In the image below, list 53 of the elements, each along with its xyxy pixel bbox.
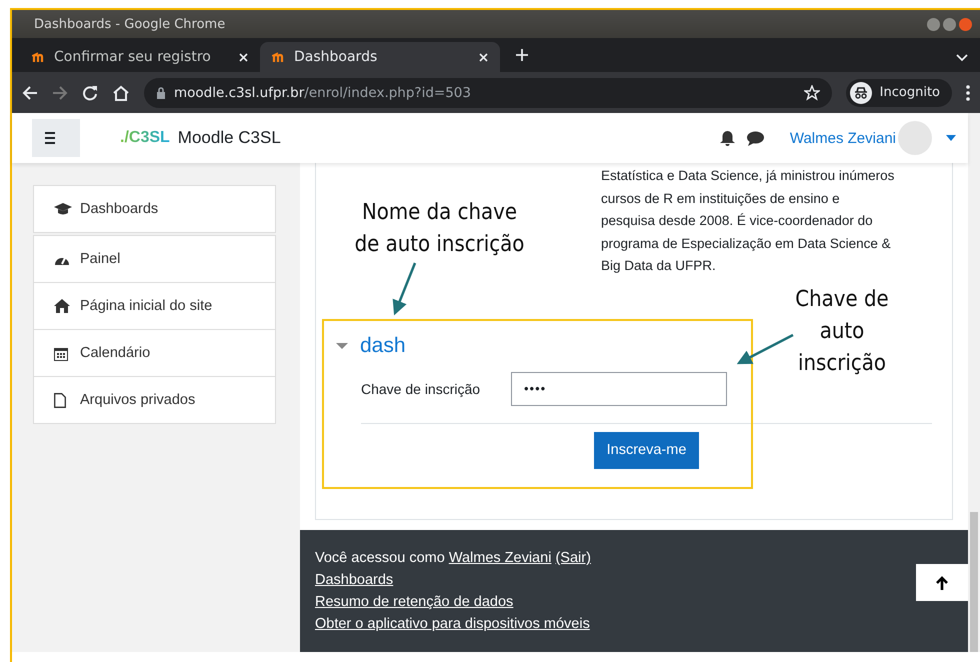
close-tab-icon[interactable] — [479, 52, 488, 62]
dropdown-caret-icon[interactable] — [946, 135, 956, 141]
close-tab-icon[interactable] — [239, 52, 248, 62]
menu-icon — [45, 132, 55, 144]
new-tab-icon[interactable] — [516, 49, 528, 61]
annotation-arrow — [736, 334, 794, 364]
reload-icon[interactable] — [82, 84, 98, 100]
sidebar-item[interactable]: Painel — [33, 235, 276, 283]
scrollbar[interactable] — [968, 113, 980, 652]
address-bar[interactable]: moodle.c3sl.ufpr.br/enrol/index.php?id=503 — [144, 78, 832, 108]
menu-button[interactable] — [32, 119, 80, 157]
forward-icon[interactable] — [52, 84, 68, 100]
collapse-caret-icon[interactable] — [336, 342, 348, 348]
lock-icon — [156, 86, 166, 98]
footer-link[interactable]: Obter o aplicativo para dispositivos móveis — [315, 613, 590, 635]
close-button[interactable] — [959, 18, 972, 30]
annotation-arrow — [392, 262, 416, 316]
enrol-button[interactable]: Inscreva-me — [594, 432, 700, 468]
enrolment-key-field[interactable]: •••• — [511, 372, 727, 406]
user-name[interactable]: Walmes Zeviani — [790, 130, 896, 146]
logout-link[interactable]: (Sair) — [555, 547, 591, 569]
browser-tab[interactable]: Confirmar seu registro — [20, 42, 260, 72]
browser-tab[interactable]: Dashboards — [260, 42, 500, 72]
site-name[interactable]: Moodle C3SL — [178, 128, 281, 148]
sidebar-item[interactable]: Arquivos privados — [33, 376, 276, 424]
back-to-top-button[interactable] — [916, 564, 968, 601]
enrolment-method-title[interactable]: dash — [360, 334, 406, 358]
bell-icon[interactable] — [720, 130, 735, 146]
incognito-icon — [850, 82, 872, 104]
moodle-favicon-icon — [272, 51, 286, 63]
sidebar-item[interactable]: Dashboards — [33, 185, 276, 233]
course-description: Estatística e Data Science, já ministrou inúmeros cursos de R em instituições de ensino e pesquisa desde 2008. É vice-coordenador do programa de Especialização em Data Science & Big Data da UFPR. — [601, 167, 895, 275]
footer-text: Você acessou como — [315, 550, 445, 566]
back-icon[interactable] — [22, 84, 38, 100]
footer-link[interactable]: Resumo de retenção de dados — [315, 591, 514, 613]
maximize-button[interactable] — [943, 18, 956, 30]
minimize-button[interactable] — [927, 18, 940, 30]
home-icon — [54, 299, 72, 313]
graduation-cap-icon — [54, 202, 72, 216]
home-icon[interactable] — [112, 84, 130, 100]
footer-link[interactable]: Dashboards — [315, 569, 394, 591]
moodle-favicon-icon — [32, 51, 46, 63]
sidebar-item[interactable]: Calendário — [33, 329, 276, 377]
field-label: Chave de inscrição — [361, 380, 482, 396]
incognito-button[interactable]: Incognito — [846, 78, 952, 106]
chat-bubble-icon[interactable] — [746, 130, 764, 146]
window-title: Dashboards - Google Chrome — [34, 16, 226, 32]
user-link[interactable]: Walmes Zeviani — [448, 547, 552, 569]
star-icon[interactable] — [804, 84, 820, 100]
sidebar-item[interactable]: Página inicial do site — [33, 282, 276, 330]
more-menu-icon[interactable] — [966, 84, 970, 100]
chevron-down-icon[interactable] — [956, 54, 968, 62]
arrow-up-icon — [936, 576, 948, 590]
